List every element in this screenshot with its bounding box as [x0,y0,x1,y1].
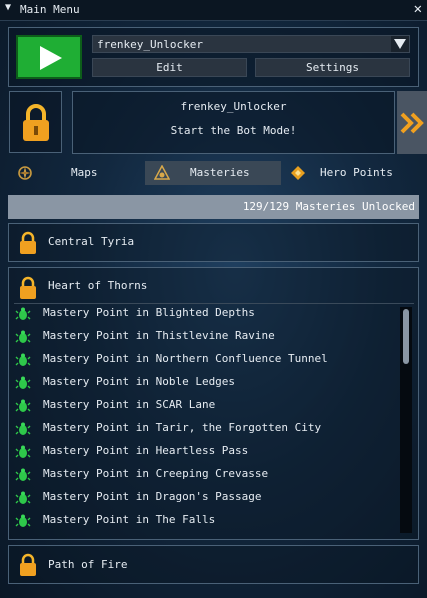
list-item[interactable]: Mastery Point in Creeping Crevasse [9,464,399,485]
double-chevron-right-icon [400,112,424,134]
list-item[interactable]: Mastery Point in Heartless Pass [9,441,399,462]
list-item[interactable]: Mastery Point in The Falls [9,510,399,531]
list-item[interactable]: Mastery Point in Noble Ledges [9,372,399,393]
close-icon[interactable]: ✕ [414,1,422,17]
collapse-icon[interactable]: ▼ [5,2,11,13]
mastery-list: Mastery Point in Blighted Depths Mastery … [9,303,409,533]
mastery-point-icon [15,514,31,527]
list-item[interactable]: Mastery Point in Northern Confluence Tun… [9,349,399,370]
tab-hero-points-label: Hero Points [320,166,393,179]
list-item-label: Mastery Point in The Falls [43,513,216,526]
lock-icon [20,231,36,254]
tab-hero-points[interactable]: Hero Points [281,161,419,185]
mastery-point-icon [15,307,31,320]
tab-maps-label: Maps [71,166,98,179]
title-bar[interactable]: ▼ Main Menu ✕ [0,0,427,21]
window-title: Main Menu [20,3,80,16]
lock-icon [20,276,36,299]
list-item[interactable]: Mastery Point in SCAR Lane [9,395,399,416]
list-item-label: Mastery Point in Tarir, the Forgotten Ci… [43,421,322,434]
status-message: Start the Bot Mode! [170,124,297,137]
list-item-label: Mastery Point in Dragon's Passage [43,490,262,503]
list-item-label: Mastery Point in SCAR Lane [43,398,216,411]
category-central-tyria[interactable]: Central Tyria [8,223,419,262]
mastery-point-icon [15,422,31,435]
settings-button[interactable]: Settings [255,58,410,77]
list-item-label: Mastery Point in Creeping Crevasse [43,467,269,480]
list-item[interactable]: Mastery Point in Tarir, the Forgotten Ci… [9,418,399,439]
list-item[interactable]: Mastery Point in Blighted Depths [9,303,399,324]
tab-maps[interactable]: Maps [8,161,145,185]
expand-button[interactable] [397,91,427,154]
mastery-icon [154,165,170,180]
status-panel: frenkey_Unlocker Start the Bot Mode! [72,91,395,154]
category-path-of-fire[interactable]: Path of Fire [8,545,419,584]
hero-point-icon [291,166,305,180]
compass-icon [18,166,32,180]
mastery-point-icon [15,399,31,412]
category-name: Central Tyria [48,235,135,248]
status-profile-name: frenkey_Unlocker [180,100,287,113]
masteries-progress-bar: 129/129 Masteries Unlocked [8,195,419,219]
mastery-point-icon [15,376,31,389]
chevron-down-icon[interactable] [391,36,409,52]
lock-icon [23,104,49,141]
list-item-label: Mastery Point in Noble Ledges [43,375,236,388]
bot-lock-toggle[interactable] [9,91,62,153]
list-item-label: Mastery Point in Heartless Pass [43,444,249,457]
list-scrollbar[interactable] [400,307,412,533]
lock-icon [20,553,36,576]
profile-select-value: frenkey_Unlocker [97,38,203,51]
mastery-point-icon [15,445,31,458]
list-item[interactable]: Mastery Point in Thistlevine Ravine [9,326,399,347]
play-button[interactable] [16,35,82,79]
mastery-point-icon [15,330,31,343]
list-item-label: Mastery Point in Thistlevine Ravine [43,329,275,342]
mastery-point-icon [15,491,31,504]
tab-masteries[interactable]: Masteries [145,161,281,185]
category-name: Path of Fire [48,558,128,571]
scrollbar-thumb[interactable] [403,309,409,364]
list-item-label: Mastery Point in Blighted Depths [43,306,255,319]
list-item[interactable]: Mastery Point in Dragon's Passage [9,487,399,508]
mastery-point-icon [15,468,31,481]
category-name: Heart of Thorns [48,279,148,292]
list-item-label: Mastery Point in Northern Confluence Tun… [43,352,328,365]
play-icon [40,46,62,70]
profile-select[interactable]: frenkey_Unlocker [92,35,410,53]
progress-text: 129/129 Masteries Unlocked [242,200,415,213]
edit-button[interactable]: Edit [92,58,247,77]
tab-masteries-label: Masteries [190,166,250,179]
mastery-point-icon [15,353,31,366]
